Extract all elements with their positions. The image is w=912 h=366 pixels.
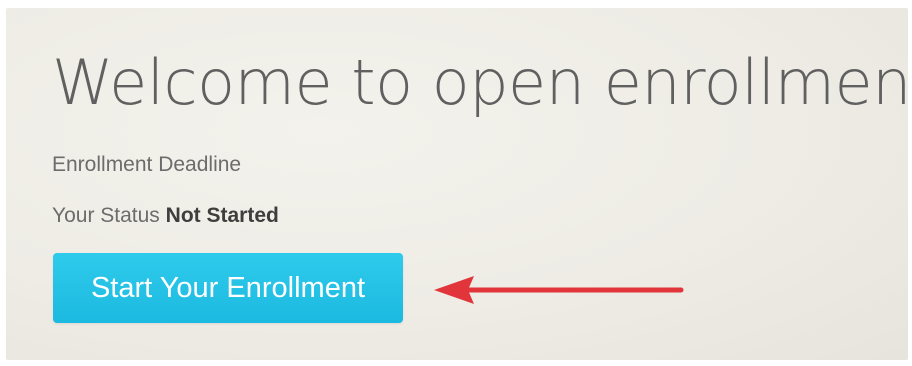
red-arrow-icon [434, 276, 684, 304]
start-enrollment-button[interactable]: Start Your Enrollment [53, 253, 403, 323]
status-value: Not Started [165, 204, 279, 227]
status-line: Your Status Not Started [52, 204, 279, 228]
enrollment-deadline-label: Enrollment Deadline [52, 153, 242, 176]
status-label: Your Status [52, 204, 160, 227]
enrollment-screen: Welcome to open enrollment! Enrollment D… [6, 8, 908, 360]
page-title: Welcome to open enrollment! [52, 46, 908, 119]
